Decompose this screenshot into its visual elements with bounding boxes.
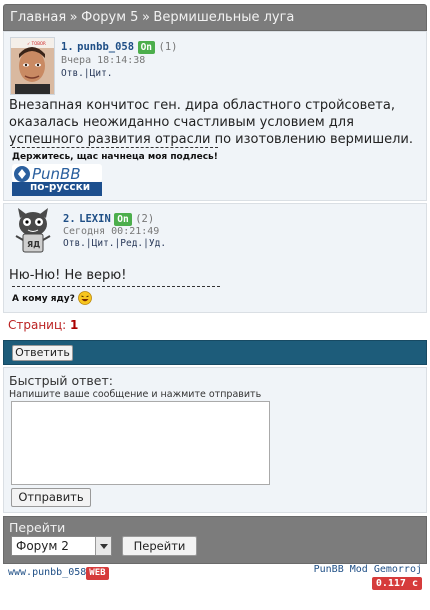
post-meta: 2. LEXIN On (2) [63,212,154,226]
post-meta: 1. punbb_058 On (1) [61,40,177,54]
post-actions: Отв.|Цит.|Ред.|Уд. [63,238,167,249]
cat-cartoon-avatar-icon: ЯД [15,208,51,253]
svg-text:ЯД: ЯД [27,240,40,249]
post: ✓ TOBOR 1. punbb_058 On (1) Вчера 18:14:… [3,31,427,201]
signature: А кому яду? [12,291,93,305]
forum-select[interactable]: Форум 2 [11,536,112,556]
breadcrumb-separator: » [69,10,78,25]
reply-link[interactable]: Отв. [63,238,86,249]
message-textarea[interactable] [11,401,270,485]
post-time: Вчера 18:14:38 [61,55,146,66]
timing-badge: 0.117 c [371,577,422,590]
quote-link[interactable]: Цит. [92,238,115,249]
post-count: (2) [135,213,155,225]
man-photo-avatar-icon: ✓ TOBOR [11,38,54,94]
breadcrumb-forum[interactable]: Форум 5 [81,10,138,25]
footer-site: www.punbb_058 WEB [8,567,109,580]
signature-text: А кому яду? [12,294,75,304]
online-badge: On [137,41,156,54]
quote-link[interactable]: Цит. [90,68,113,79]
punbb-logo: PunBB по-русски [12,164,102,196]
pagination-label: Страниц: [8,318,67,332]
chevron-down-icon [95,537,111,555]
post-time: Сегодня 00:21:49 [63,226,160,237]
signature-divider [12,286,220,287]
svg-text:✓ TOBOR: ✓ TOBOR [27,41,46,46]
delete-link[interactable]: Уд. [149,238,166,249]
edit-link[interactable]: Ред. [120,238,143,249]
submit-button[interactable]: Отправить [11,488,91,507]
web-badge: WEB [86,567,109,580]
online-badge: On [114,213,132,226]
post-message: Внезапная кончитос ген. дира областного … [9,98,413,147]
breadcrumb-home[interactable]: Главная [10,10,66,25]
quick-reply-panel: Быстрый ответ: Напишите ваше сообщение и… [3,367,427,513]
post-number: 2. [63,213,76,225]
quick-reply-hint: Напишите ваше сообщение и нажмите отправ… [9,389,262,400]
breadcrumb-topic: Вермишельные луга [153,10,295,25]
post-number: 1. [61,41,74,53]
breadcrumb-separator: » [141,10,150,25]
jump-title: Перейти [9,520,66,535]
reply-link[interactable]: Отв. [61,68,84,79]
author-link[interactable]: punbb_058 [77,41,134,53]
post-actions: Отв.|Цит. [61,68,113,79]
site-link[interactable]: www.punbb_058 [8,567,86,578]
mod-link[interactable]: PunBB Mod Gemorroj [314,564,422,575]
logo-caption: по-русски [30,181,91,193]
signature-divider [12,147,218,148]
jump-button[interactable]: Перейти [122,536,197,556]
avatar[interactable]: ЯД [10,206,56,254]
reply-bar: Ответить [3,340,427,365]
laughing-smiley-icon [78,291,93,305]
avatar[interactable]: ✓ TOBOR [10,37,55,95]
current-page: 1 [70,318,79,332]
post-message: Ню-Ню! Не верю! [9,268,127,283]
pagination: Страниц: 1 [8,318,78,332]
breadcrumb-bar: Главная » Форум 5 » Вермишельные луга [3,4,427,31]
jump-panel: Перейти Форум 2 Перейти [3,516,427,564]
signature-text: Держитесь, щас начнеца моя подлесь! [12,152,218,162]
post-count: (1) [158,41,178,53]
reply-button[interactable]: Ответить [12,345,73,361]
quick-reply-title: Быстрый ответ: [9,373,113,388]
author-link[interactable]: LEXIN [79,213,111,225]
breadcrumb: Главная » Форум 5 » Вермишельные луга [10,5,294,30]
forum-select-value: Форум 2 [16,539,69,553]
post: ЯД 2. LEXIN On (2) Сегодня 00:21:49 Отв.… [3,203,427,313]
